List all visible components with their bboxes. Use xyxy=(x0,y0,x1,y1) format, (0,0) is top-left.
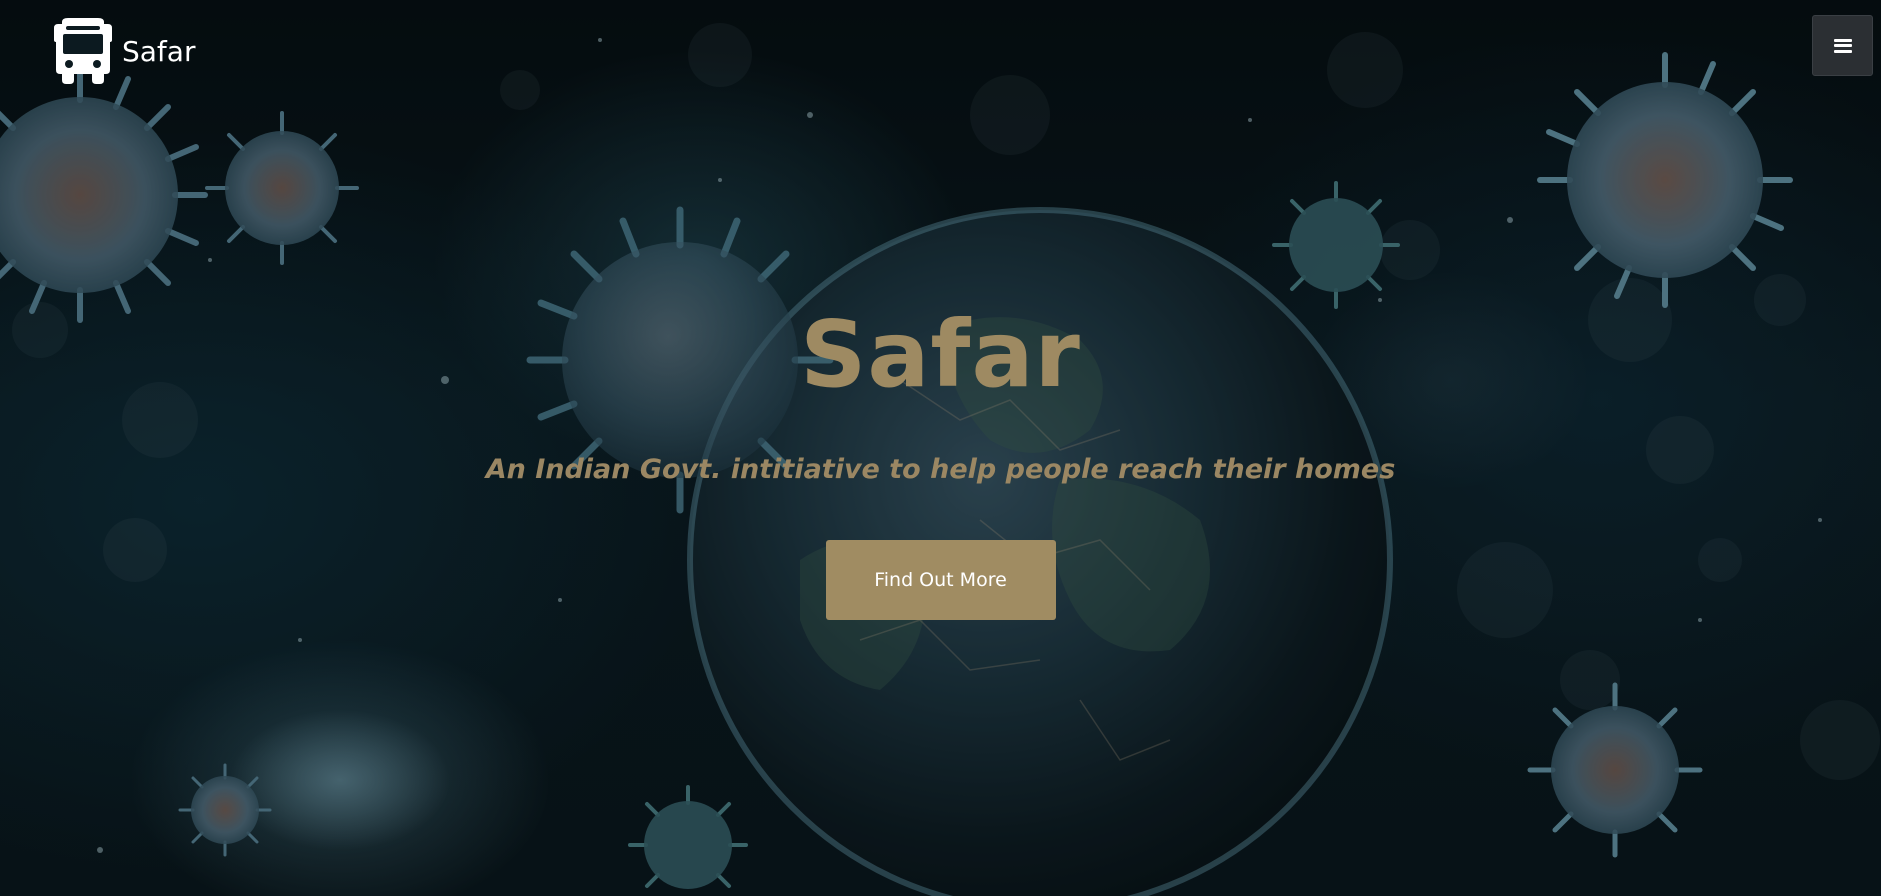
brand-link[interactable]: Safar xyxy=(54,18,195,84)
menu-toggle-button[interactable] xyxy=(1812,15,1873,76)
navbar: Safar xyxy=(0,0,1881,96)
brand-name: Safar xyxy=(122,34,196,68)
find-out-more-button[interactable]: Find Out More xyxy=(825,540,1056,620)
hero-section: Safar Safar An Indian Govt. intitiative … xyxy=(0,0,1881,896)
bus-icon xyxy=(54,18,112,84)
hero-title: Safar xyxy=(800,301,1081,408)
hamburger-menu-icon xyxy=(1833,38,1852,53)
hero-content: Safar An Indian Govt. intitiative to hel… xyxy=(0,300,1881,620)
hero-subtitle: An Indian Govt. intitiative to help peop… xyxy=(485,454,1396,485)
